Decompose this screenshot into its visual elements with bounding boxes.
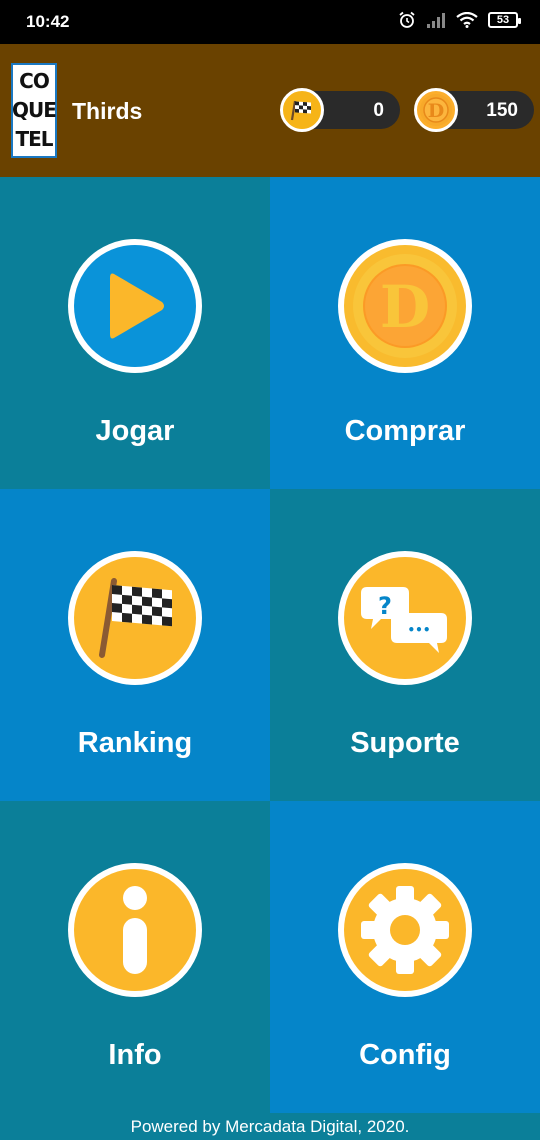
gear-icon-frame bbox=[338, 863, 472, 997]
coin-letter: D bbox=[428, 100, 444, 122]
question-glyph: ? bbox=[378, 592, 392, 620]
wifi-icon bbox=[456, 12, 478, 28]
logo-line-2: QUE bbox=[12, 98, 57, 122]
menu-label-suporte: Suporte bbox=[350, 727, 460, 759]
coins-counter: D 150 bbox=[414, 88, 534, 132]
coin-icon-letter: D bbox=[380, 273, 430, 341]
logo-line-1: CO bbox=[19, 69, 50, 93]
menu-label-info: Info bbox=[108, 1039, 162, 1071]
main-menu-grid: Jogar D Comprar Ranking ? ••• Suporte In… bbox=[0, 177, 540, 1113]
battery-icon: 53 bbox=[488, 12, 521, 28]
menu-label-jogar: Jogar bbox=[95, 415, 175, 447]
info-icon-frame bbox=[68, 863, 202, 997]
checkered-flag-icon bbox=[74, 557, 196, 679]
dots-glyph: ••• bbox=[407, 623, 430, 637]
app-header: CO QUE TEL Thirds 0 D 150 bbox=[0, 44, 540, 177]
menu-tile-ranking[interactable]: Ranking bbox=[0, 489, 270, 801]
coin-icon: D bbox=[344, 245, 466, 367]
menu-tile-jogar[interactable]: Jogar bbox=[0, 177, 270, 489]
alarm-icon bbox=[399, 11, 415, 28]
coin-icon-frame: D bbox=[338, 239, 472, 373]
status-icons: 53 bbox=[398, 11, 521, 29]
coin-badge-icon: D bbox=[414, 88, 458, 132]
battery-level: 53 bbox=[496, 14, 510, 26]
app-title: Thirds bbox=[72, 98, 143, 124]
info-icon bbox=[74, 869, 196, 991]
footer-credit: Powered by Mercadata Digital, 2020. bbox=[0, 1113, 540, 1140]
flags-count: 0 bbox=[373, 100, 384, 121]
flag-badge-icon bbox=[280, 88, 324, 132]
coquetel-logo: CO QUE TEL bbox=[11, 63, 57, 158]
menu-tile-suporte[interactable]: ? ••• Suporte bbox=[270, 489, 540, 801]
gear-icon bbox=[344, 869, 466, 991]
support-icon-frame: ? ••• bbox=[338, 551, 472, 685]
chat-bubbles-icon: ? ••• bbox=[344, 557, 466, 679]
play-icon-frame bbox=[68, 239, 202, 373]
menu-label-ranking: Ranking bbox=[77, 727, 193, 759]
flag-icon-frame bbox=[68, 551, 202, 685]
menu-label-config: Config bbox=[359, 1039, 451, 1071]
status-bar: 10:42 53 bbox=[0, 0, 540, 44]
flags-counter: 0 bbox=[280, 88, 400, 132]
play-icon bbox=[74, 245, 196, 367]
menu-tile-info[interactable]: Info bbox=[0, 801, 270, 1113]
status-time: 10:42 bbox=[26, 12, 70, 31]
coins-count: 150 bbox=[486, 100, 518, 121]
logo-line-3: TEL bbox=[15, 127, 53, 151]
signal-icon bbox=[427, 13, 445, 28]
menu-tile-config[interactable]: Config bbox=[270, 801, 540, 1113]
menu-label-comprar: Comprar bbox=[344, 415, 466, 447]
menu-tile-comprar[interactable]: D Comprar bbox=[270, 177, 540, 489]
